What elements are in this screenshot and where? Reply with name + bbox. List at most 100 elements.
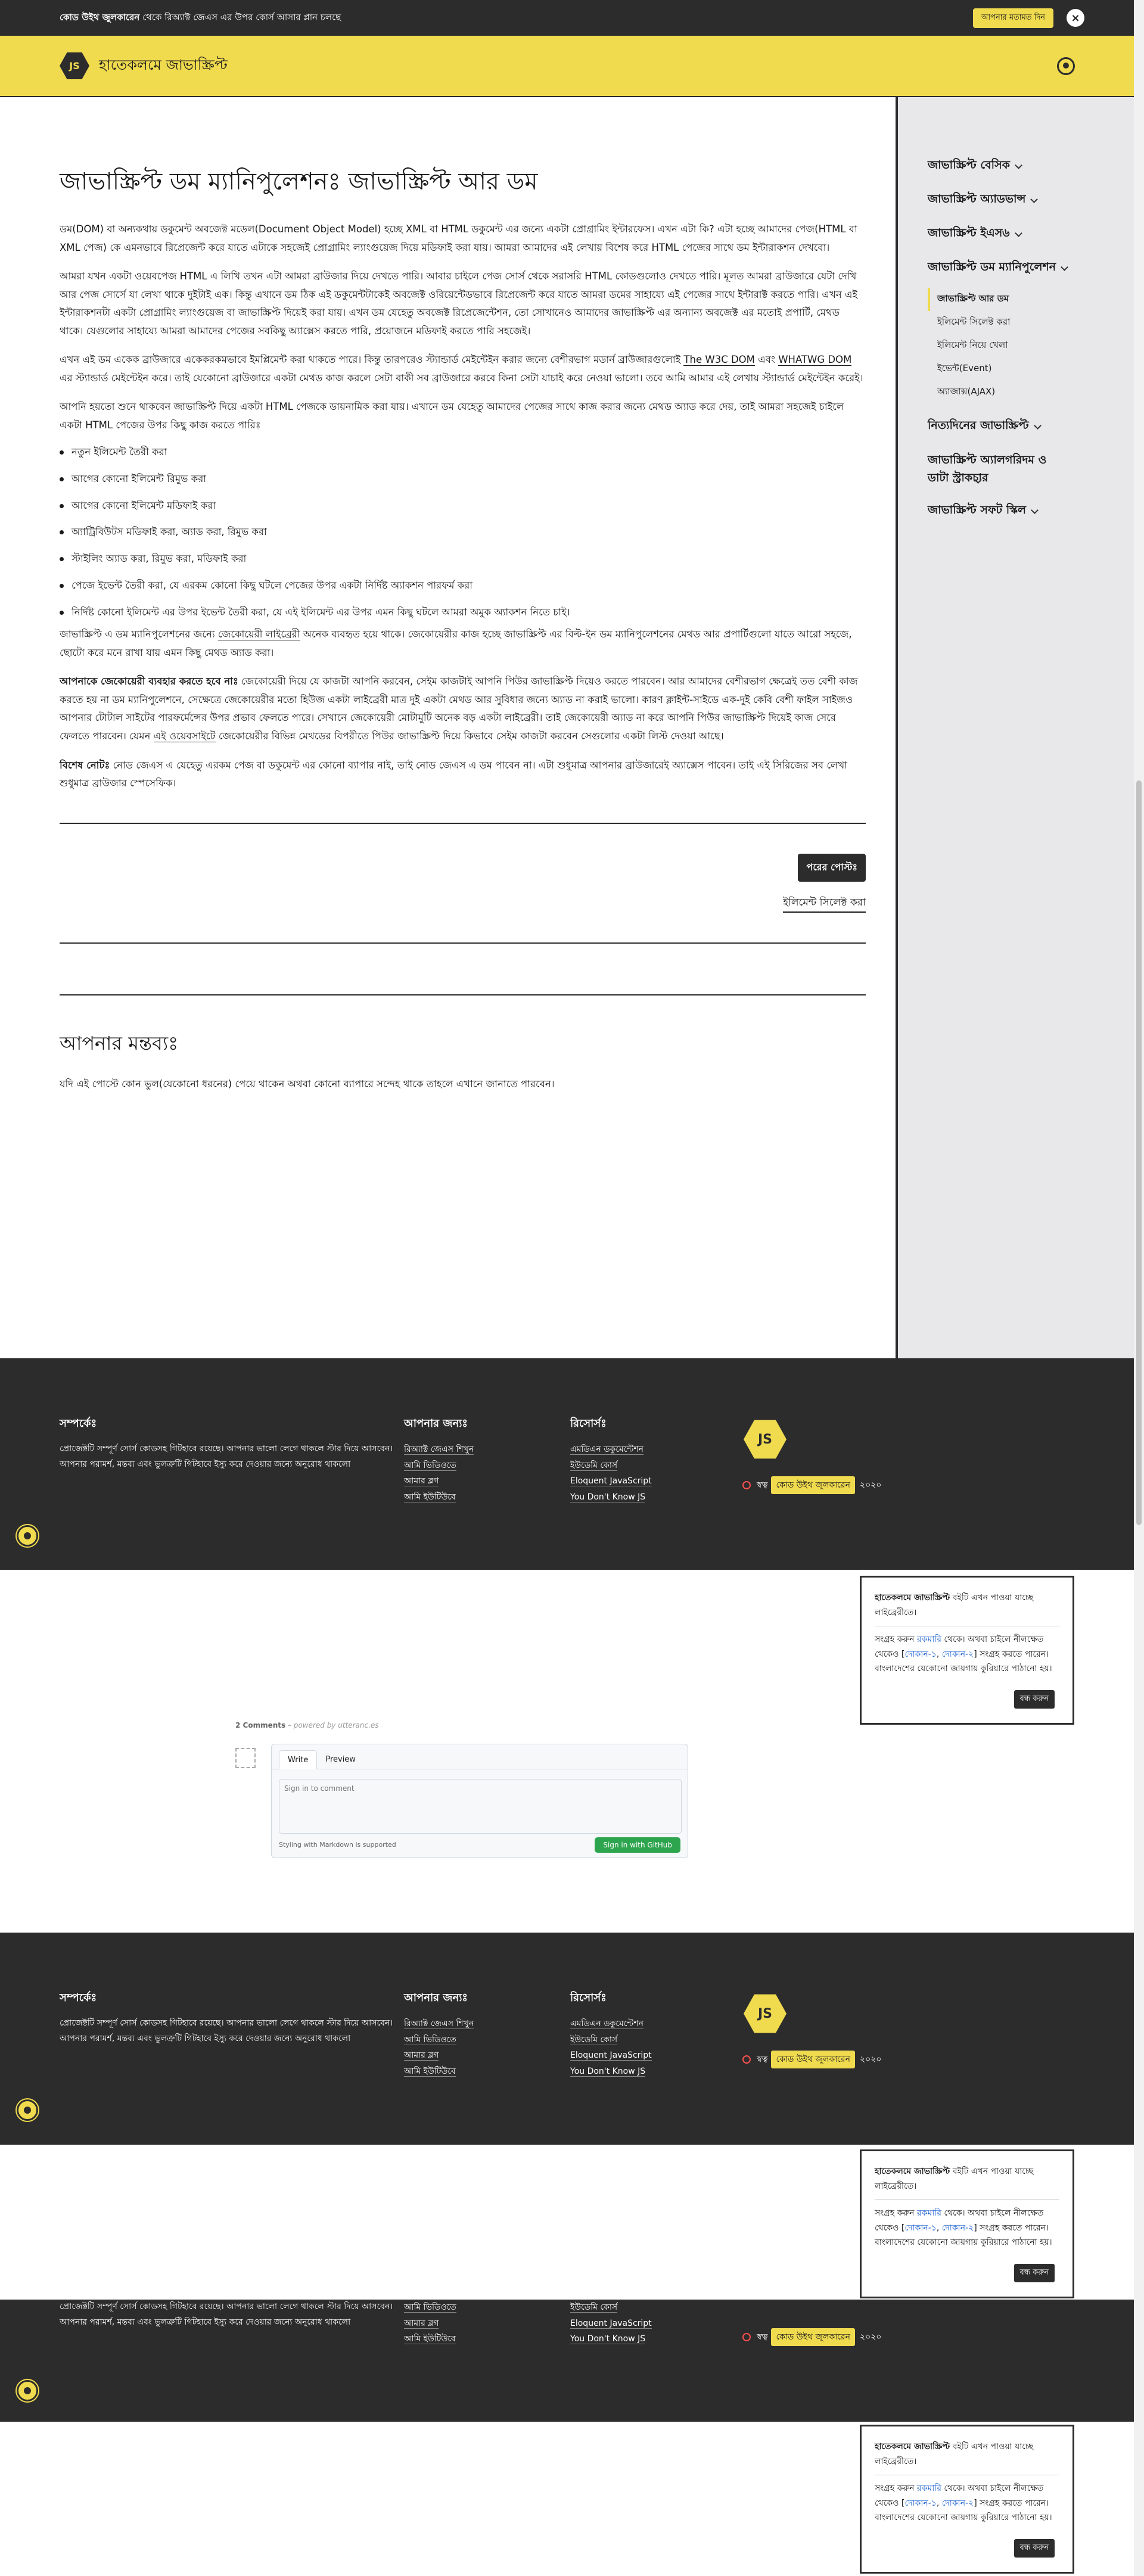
chevron-down-icon [1061, 263, 1069, 271]
shop-1-link[interactable]: দোকান-১ [904, 2499, 936, 2508]
comment-input[interactable] [279, 1779, 682, 1834]
footer-link[interactable]: You Don't Know JS [570, 1489, 652, 1505]
github-icon[interactable] [1057, 57, 1075, 75]
shop-1-link[interactable]: দোকান-১ [904, 2223, 936, 2233]
sidebar-item-algorithms[interactable]: জাভাস্ক্রিপ্ট অ্যালগরিদম ও ডাটা স্ট্রাকচ… [928, 451, 1144, 487]
tab-preview[interactable]: Preview [317, 1750, 364, 1769]
rokomari-link[interactable]: রকমারি [917, 2208, 941, 2218]
sidebar-subitem-play-element[interactable]: ইলিমেন্ট নিয়ে খেলা [928, 334, 1144, 357]
theme-toggle-button[interactable] [17, 2380, 38, 2401]
shop-2-link[interactable]: দোকান-২ [942, 2499, 974, 2508]
close-icon[interactable]: × [1067, 9, 1084, 27]
footer-link[interactable]: ইউডেমি কোর্স [570, 2300, 652, 2316]
list-item: নতুন ইলিমেন্ট তৈরী করা [60, 445, 866, 460]
sidebar-subitem-ajax[interactable]: অ্যাজাক্স(AJAX) [928, 381, 1144, 404]
footer-link[interactable]: আমি ভিডিওতে [404, 2032, 474, 2048]
sidebar-subitem-select-element[interactable]: ইলিমেন্ট সিলেক্ট করা [928, 311, 1144, 334]
sidebar-item-dom[interactable]: জাভাস্ক্রিপ্ট ডম ম্যানিপুলেশন [928, 259, 1144, 278]
scrollbar-thumb[interactable] [1136, 780, 1142, 1525]
copyright-owner-link[interactable]: কোড উইথ জুলকারেন [771, 2051, 855, 2068]
rokomari-link[interactable]: রকমারি [917, 2484, 941, 2493]
book-notice: হাতেকলমে জাভাস্ক্রিপ্ট বইটি এখন পাওয়া য… [860, 2149, 1074, 2298]
footer-link[interactable]: Eloquent JavaScript [570, 2048, 652, 2064]
theme-toggle-button[interactable] [17, 2099, 38, 2121]
sidebar-submenu-dom: জাভাস্ক্রিপ্ট আর ডম ইলিমেন্ট সিলেক্ট করা… [928, 288, 1144, 404]
comments-widget: 2 Comments – powered by utteranc.es Writ… [235, 1721, 688, 1858]
footer-about: প্রোজেক্টটি সম্পূর্ণ সোর্স কোডসহ গিটহাবে… [60, 2302, 393, 2327]
footer-link[interactable]: You Don't Know JS [570, 2064, 652, 2080]
notice-close-button[interactable]: বন্ধ করুন [1014, 1690, 1055, 1709]
footer-about-text: প্রোজেক্টটি সম্পূর্ণ সোর্স কোডসহ গিটহাবে… [60, 1444, 393, 1469]
announcement-text: কোড উইথ জুলকারেন থেকে রিঅ্যাক্ট জেএস এর … [60, 11, 341, 26]
list-item: স্টাইলিং অ্যাড করা, রিমুভ করা, মডিফাই কর… [60, 552, 866, 567]
footer-link[interactable]: আমার ব্লগ [404, 2048, 474, 2064]
footer-link[interactable]: রিঅ্যাক্ট জেএস শিখুন [404, 2016, 474, 2032]
footer-link[interactable]: আমার ব্লগ [404, 2316, 456, 2332]
jquery-link[interactable]: জেকোয়েরী লাইব্রেরী [217, 629, 300, 641]
footer-link[interactable]: Eloquent JavaScript [570, 1473, 652, 1489]
footer-for-you: আপনার জন্যঃ রিঅ্যাক্ট জেএস শিখুন আমি ভিড… [404, 1415, 474, 1505]
website-link[interactable]: এই ওয়েবসাইটে [153, 730, 216, 742]
avatar [235, 1748, 256, 1768]
divider [60, 942, 866, 944]
sidebar-item-advanced[interactable]: জাভাস্ক্রিপ্ট অ্যাডভান্স [928, 191, 1144, 210]
copyright-icon [742, 2333, 751, 2341]
sidebar-item-soft-skill[interactable]: জাভাস্ক্রিপ্ট সফট স্কিল [928, 502, 1144, 521]
comment-box: Write Preview Styling with Markdown is s… [271, 1744, 688, 1858]
footer-for-you: আমি ভিডিওতে আমার ব্লগ আমি ইউটিউবে [404, 2300, 456, 2347]
list-item: অ্যাট্রিবিউটস মডিফাই করা, অ্যাড করা, রিম… [60, 525, 866, 540]
comment-tabs: Write Preview [272, 1744, 688, 1769]
shop-1-link[interactable]: দোকান-১ [904, 1650, 936, 1659]
tab-write[interactable]: Write [279, 1750, 318, 1769]
w3c-dom-link[interactable]: The W3C DOM [683, 354, 755, 366]
notice-close-button[interactable]: বন্ধ করুন [1014, 2264, 1055, 2282]
theme-toggle-button[interactable] [17, 1525, 38, 1547]
sidebar-item-everyday[interactable]: নিত্যদিনের জাভাস্ক্রিপ্ট [928, 417, 1144, 436]
site-title[interactable]: হাতেকলমে জাভাস্ক্রিপ্ট [99, 54, 228, 78]
footer-link[interactable]: আমি ইউটিউবে [404, 2064, 474, 2080]
github-signin-button[interactable]: Sign in with GitHub [595, 1837, 680, 1853]
shop-2-link[interactable]: দোকান-২ [942, 1650, 974, 1659]
footer-link[interactable]: Eloquent JavaScript [570, 2316, 652, 2332]
paragraph: ডম(DOM) বা অন্যকথায় ডকুমেন্ট অবজেক্ট মড… [60, 223, 857, 253]
js-logo[interactable]: JS [60, 52, 89, 79]
list-item: আগের কোনো ইলিমেন্ট মডিফাই করা [60, 499, 866, 514]
footer-link[interactable]: আমি ভিডিওতে [404, 2300, 456, 2316]
site-footer: সম্পর্কেঃ প্রোজেক্টটি সম্পূর্ণ সোর্স কোড… [0, 1358, 1134, 1570]
sidebar-subitem-event[interactable]: ইভেন্ট(Event) [928, 357, 1144, 381]
footer-link[interactable]: রিঅ্যাক্ট জেএস শিখুন [404, 1442, 474, 1458]
next-post-link[interactable]: ইলিমেন্ট সিলেক্ট করা [783, 895, 866, 913]
footer-about: সম্পর্কেঃ প্রোজেক্টটি সম্পূর্ণ সোর্স কোড… [60, 1992, 393, 2043]
rokomari-link[interactable]: রকমারি [917, 1635, 941, 1644]
notice-close-button[interactable]: বন্ধ করুন [1014, 2539, 1055, 2558]
footer-copyright: স্বত্ব কোড উইথ জুলকারেন ২০২০ [742, 2328, 881, 2346]
chevron-down-icon [1015, 161, 1022, 169]
footer-link[interactable]: আমার ব্লগ [404, 1473, 474, 1489]
footer-link[interactable]: ইউডেমি কোর্স [570, 2032, 652, 2048]
divider [60, 994, 866, 995]
shop-2-link[interactable]: দোকান-২ [942, 2223, 974, 2233]
sidebar-item-es6[interactable]: জাভাস্ক্রিপ্ট ইএস৬ [928, 225, 1144, 244]
footer-link[interactable]: আমি ভিডিওতে [404, 1458, 474, 1474]
footer-link[interactable]: আমি ইউটিউবে [404, 2331, 456, 2347]
copyright-icon [742, 2055, 751, 2064]
footer-link[interactable]: আমি ইউটিউবে [404, 1489, 474, 1505]
footer-js-logo: JS [744, 1994, 786, 2033]
footer-link[interactable]: ইউডেমি কোর্স [570, 1458, 652, 1474]
whatwg-dom-link[interactable]: WHATWG DOM [778, 354, 852, 366]
site-header: JS হাতেকলমে জাভাস্ক্রিপ্ট [0, 36, 1144, 97]
footer-link[interactable]: এমডিএন ডকুমেন্টেশন [570, 1442, 652, 1458]
feedback-button[interactable]: আপনার মতামত দিন [973, 8, 1053, 28]
footer-link[interactable]: এমডিএন ডকুমেন্টেশন [570, 2016, 652, 2032]
copyright-owner-link[interactable]: কোড উইথ জুলকারেন [771, 2328, 855, 2346]
announcement-message: থেকে রিঅ্যাক্ট জেএস এর উপর কোর্স আসার প্… [139, 11, 341, 23]
chevron-down-icon [1031, 506, 1039, 514]
sidebar: জাভাস্ক্রিপ্ট বেসিক জাভাস্ক্রিপ্ট অ্যাডভ… [896, 97, 1144, 1358]
page-scrollbar[interactable] [1134, 0, 1144, 2576]
footer-link[interactable]: You Don't Know JS [570, 2331, 652, 2347]
copyright-owner-link[interactable]: কোড উইথ জুলকারেন [771, 1476, 855, 1494]
footer-js-logo: JS [744, 1420, 786, 1459]
sidebar-subitem-js-and-dom[interactable]: জাভাস্ক্রিপ্ট আর ডম [928, 288, 1144, 311]
sidebar-item-basic[interactable]: জাভাস্ক্রিপ্ট বেসিক [928, 157, 1144, 176]
notice-body: সংগ্রহ করুন রকমারি থেকে। অথবা চাইলে নীলক… [875, 1635, 1052, 1673]
